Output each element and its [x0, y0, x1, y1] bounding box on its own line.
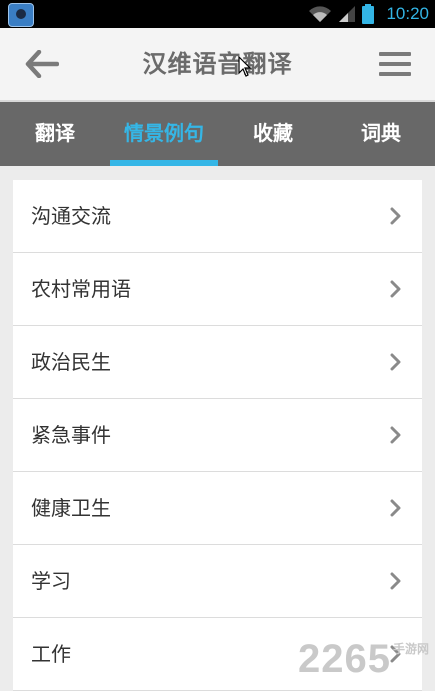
active-tab-indicator	[110, 160, 218, 166]
status-bar: 10:20	[0, 0, 435, 28]
hamburger-menu-icon-bar	[379, 52, 411, 56]
list-item-label: 农村常用语	[31, 277, 131, 301]
chevron-right-icon	[390, 572, 401, 590]
list-item-label: 紧急事件	[31, 423, 111, 447]
chevron-right-icon	[390, 426, 401, 444]
cell-signal-icon	[339, 6, 356, 22]
menu-button[interactable]	[379, 48, 411, 80]
watermark-number: 2265	[298, 637, 391, 681]
hamburger-menu-icon-bar	[379, 72, 411, 76]
wifi-icon	[309, 6, 332, 22]
status-icons: 10:20	[308, 0, 429, 28]
hamburger-menu-icon-bar	[379, 62, 411, 66]
list-item[interactable]: 农村常用语	[13, 253, 422, 326]
mouse-cursor-icon	[238, 56, 252, 77]
list-item-label: 学习	[31, 569, 71, 593]
list-item-label: 工作	[31, 642, 71, 666]
clock: 10:20	[386, 4, 429, 23]
list-item[interactable]: 紧急事件	[13, 399, 422, 472]
tab-scenario-sentences[interactable]: 情景例句	[110, 102, 218, 166]
list-item-label: 沟通交流	[31, 204, 111, 228]
battery-icon	[362, 4, 375, 24]
app-icon	[8, 3, 34, 27]
list-item-label: 政治民生	[31, 350, 111, 374]
list-item[interactable]: 健康卫生	[13, 472, 422, 545]
tab-dictionary[interactable]: 词典	[340, 102, 422, 166]
category-list: 沟通交流 农村常用语 政治民生 紧急事件 健康卫生 学习 工作	[13, 180, 422, 691]
list-item-label: 健康卫生	[31, 496, 111, 520]
tab-favorites[interactable]: 收藏	[232, 102, 314, 166]
watermark-logo: 2265 手游网	[298, 639, 429, 679]
chevron-right-icon	[390, 353, 401, 371]
chevron-right-icon	[390, 499, 401, 517]
list-item[interactable]: 学习	[13, 545, 422, 618]
chevron-right-icon	[390, 280, 401, 298]
page-title: 汉维语音翻译	[142, 50, 293, 78]
chevron-right-icon	[390, 207, 401, 225]
title-bar: 汉维语音翻译	[0, 28, 435, 102]
list-item[interactable]: 沟通交流	[13, 180, 422, 253]
tab-bar: 翻译 情景例句 收藏 词典	[0, 102, 435, 166]
list-item[interactable]: 政治民生	[13, 326, 422, 399]
tab-translate[interactable]: 翻译	[14, 102, 96, 166]
watermark-suffix: 手游网	[392, 642, 429, 656]
